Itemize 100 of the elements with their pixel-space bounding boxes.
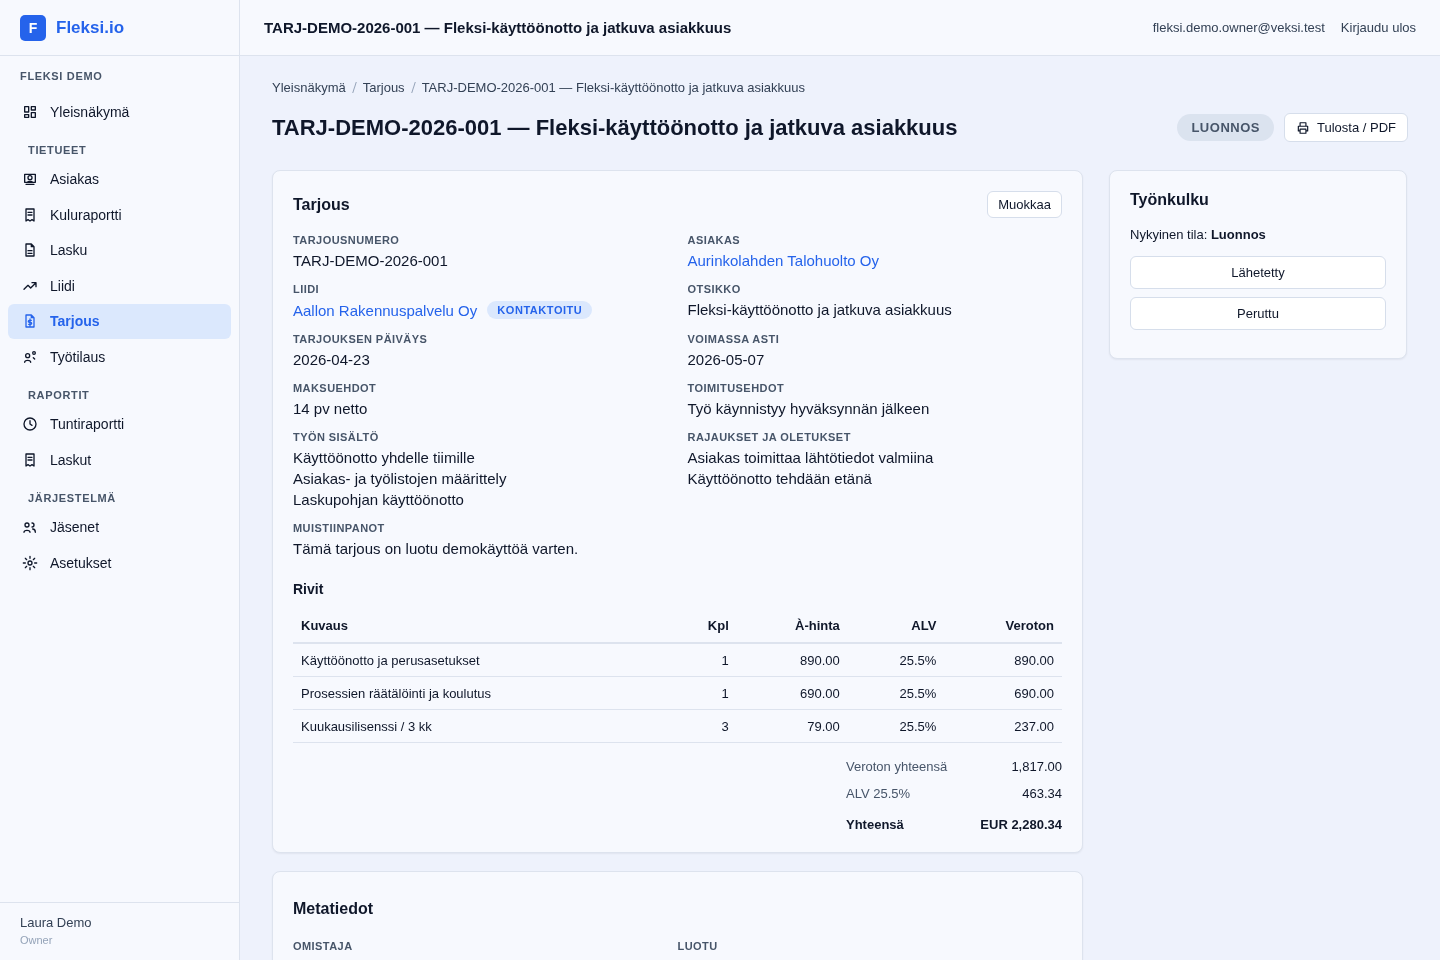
total-value: EUR 2,280.34	[979, 817, 1062, 832]
section-heading: JÄRJESTELMÄ	[27, 490, 117, 506]
table-cell: 79.00	[736, 709, 848, 743]
page-title: TARJ-DEMO-2026-001 — Fleksi-käyttöönotto ja jatkuva asiakkuus	[272, 114, 959, 141]
field-value: Asiakas- ja työlistojen määrittely	[293, 470, 507, 487]
user-email: fleksi.demo.owner@veksi.test	[1152, 20, 1325, 35]
section-title: Rivit	[293, 581, 325, 597]
field-value: Käyttöönotto tehdään etänä	[687, 470, 872, 487]
field-label: ASIAKAS	[687, 234, 742, 246]
field-label: MAKSUEHDOT	[293, 382, 378, 394]
field-value: Asiakas toimittaa lähtötiedot valmiina	[687, 449, 934, 466]
field-label: OMISTAJA	[293, 940, 354, 952]
section-heading: TIETUEET	[27, 142, 88, 158]
field-label: LIIDI	[293, 283, 321, 295]
field-label: TYÖN SISÄLTÖ	[293, 431, 380, 443]
sidebar-item[interactable]: Laskut	[8, 442, 231, 478]
field-value: Työ käynnistyy hyväksynnän jälkeen	[687, 400, 930, 417]
sidebar-item[interactable]: Lasku	[8, 232, 231, 268]
field-label: VOIMASSA ASTI	[687, 333, 781, 345]
total-label: Veroton yhteensä	[846, 759, 949, 774]
table-cell: 1	[669, 643, 737, 677]
breadcrumb-link[interactable]: Tarjous	[362, 80, 405, 95]
table-cell: 237.00	[944, 709, 1062, 743]
table-cell: Käyttöönotto ja perusasetukset	[293, 643, 670, 677]
clock-icon	[22, 416, 38, 433]
column-header: Kpl	[669, 609, 737, 643]
column-header: Kuvaus	[293, 609, 670, 643]
edit-button[interactable]: Muokkaa	[987, 191, 1062, 218]
table-cell: 3	[669, 709, 737, 743]
table-cell: Prosessien räätälöinti ja koulutus	[293, 676, 670, 710]
printer-icon	[1296, 120, 1310, 135]
document-icon	[22, 242, 38, 259]
users-icon	[22, 519, 38, 536]
sidebar-item[interactable]: Asiakas	[8, 161, 231, 197]
table-cell: 25.5%	[847, 643, 945, 677]
card-title: Työnkulku	[1130, 191, 1210, 209]
table-cell: 25.5%	[847, 676, 945, 710]
column-header: À-hinta	[736, 609, 848, 643]
logout-link[interactable]: Kirjaudu ulos	[1340, 20, 1416, 35]
field-label: OTSIKKO	[687, 283, 742, 295]
brand-name[interactable]: Fleksi.io	[56, 17, 125, 38]
breadcrumb-link[interactable]: TARJ-DEMO-2026-001 — Fleksi-käyttöönotto ja jatkuva asiakkuus	[421, 80, 806, 95]
field-value: Käyttöönotto yhdelle tiimille	[293, 449, 475, 466]
receipt-icon	[22, 206, 38, 223]
column-header: ALV	[847, 609, 945, 643]
field-value: Laskupohjan käyttöönotto	[293, 491, 464, 508]
field-link[interactable]: Aallon Rakennuspalvelu Oy	[293, 301, 478, 319]
table-cell: 1	[669, 676, 737, 710]
logo-icon: F	[20, 14, 46, 41]
workflow-button[interactable]: Peruttu	[1130, 297, 1386, 330]
total-label: Yhteensä	[846, 817, 905, 832]
status-tag: KONTAKTOITU	[487, 301, 593, 319]
field-label: RAJAUKSET JA OLETUKSET	[687, 431, 852, 443]
table-cell: 890.00	[736, 643, 848, 677]
table-cell: 690.00	[736, 676, 848, 710]
table-cell: 25.5%	[847, 709, 945, 743]
field-value: TARJ-DEMO-2026-001	[293, 252, 448, 269]
workflow-button[interactable]: Lähetetty	[1130, 256, 1386, 289]
table-cell: 690.00	[944, 676, 1062, 710]
document-dollar-icon	[22, 313, 38, 330]
user-icon	[22, 348, 38, 365]
breadcrumb-link[interactable]: Yleisnäkymä	[272, 80, 346, 95]
field-label: LUOTU	[677, 940, 719, 952]
field-value: Tämä tarjous on luotu demokäyttöä varten.	[293, 540, 579, 557]
sidebar-item[interactable]: Asetukset	[8, 545, 231, 581]
field-label: TOIMITUSEHDOT	[687, 382, 786, 394]
total-value: 463.34	[1021, 786, 1062, 801]
status-badge: LUONNOS	[1177, 114, 1274, 141]
field-label: MUISTIINPANOT	[293, 522, 386, 534]
table-cell: 890.00	[944, 643, 1062, 677]
total-value: 1,817.00	[1010, 759, 1062, 774]
receipt-icon	[22, 451, 38, 468]
field-value: 2026-04-23	[293, 351, 370, 368]
table-cell: Kuukausilisenssi / 3 kk	[293, 709, 670, 743]
field-value: Fleksi-käyttöönotto ja jatkuva asiakkuus	[687, 301, 952, 318]
contact-card-icon	[22, 171, 38, 188]
header-title: TARJ-DEMO-2026-001 — Fleksi-käyttöönotto ja jatkuva asiakkuus	[264, 19, 733, 36]
user-role: Owner	[20, 934, 54, 946]
sidebar-item[interactable]: Jäsenet	[8, 509, 231, 545]
workspace-label: FLEKSI DEMO	[19, 70, 104, 84]
field-link[interactable]: Aurinkolahden Talohuolto Oy	[687, 252, 880, 269]
sidebar-item[interactable]: Liidi	[8, 268, 231, 304]
print-button[interactable]: Tulosta / PDF	[1284, 113, 1408, 142]
sidebar-item[interactable]: Yleisnäkymä	[8, 94, 231, 130]
sidebar-item[interactable]: Tuntiraportti	[8, 406, 231, 442]
dashboard-icon	[22, 103, 38, 120]
sidebar-item[interactable]: Tarjous	[8, 303, 231, 339]
sidebar-item[interactable]: Työtilaus	[8, 339, 231, 375]
user-name: Laura Demo	[20, 915, 93, 930]
total-label: ALV 25.5%	[846, 786, 912, 801]
column-header: Veroton	[944, 609, 1062, 643]
field-label: TARJOUSNUMERO	[293, 234, 401, 246]
field-value: 2026-05-07	[687, 351, 765, 368]
sidebar-item[interactable]: Kuluraportti	[8, 197, 231, 233]
field-label: TARJOUKSEN PÄIVÄYS	[293, 333, 429, 345]
card-title: Metatiedot	[293, 900, 374, 918]
field-value: 14 pv netto	[293, 400, 368, 417]
section-heading: RAPORTIT	[27, 387, 91, 403]
card-title: Tarjous	[293, 195, 350, 214]
current-state: Nykyinen tila: Luonnos	[1130, 227, 1267, 242]
